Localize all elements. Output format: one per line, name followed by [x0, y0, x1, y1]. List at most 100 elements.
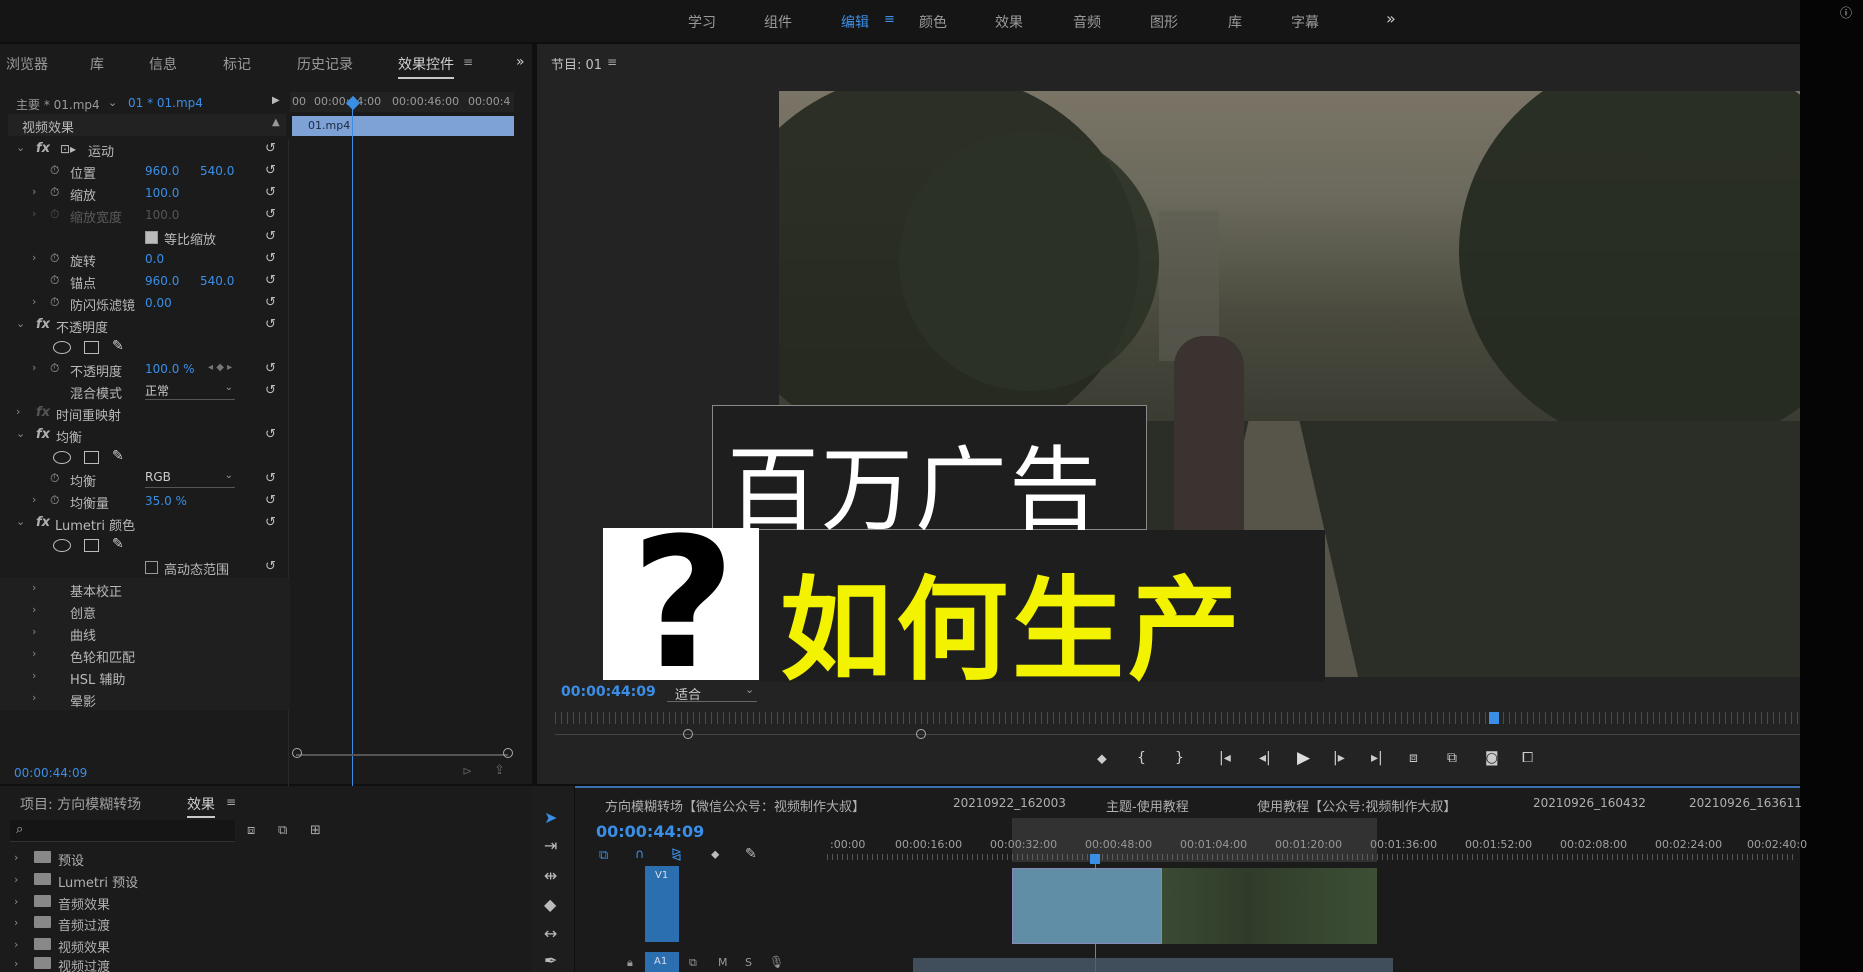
- program-monitor-title[interactable]: 节目: 01: [551, 54, 602, 73]
- sequence-tab[interactable]: 方向模糊转场【微信公众号：视频制作大叔】: [605, 796, 865, 815]
- chevron-right-icon[interactable]: ›: [32, 581, 36, 594]
- step-forward-icon[interactable]: |▸: [1333, 750, 1345, 766]
- go-to-in-icon[interactable]: |◂: [1219, 750, 1231, 766]
- reset-icon[interactable]: ↺: [265, 163, 276, 178]
- stopwatch-icon[interactable]: ⏱: [50, 185, 59, 200]
- pen-mask-icon[interactable]: ✎: [112, 536, 124, 552]
- stopwatch-icon[interactable]: ⏱: [50, 163, 59, 178]
- track-select-tool-icon[interactable]: ⇥: [544, 836, 557, 855]
- fx-row-creative[interactable]: › 创意: [0, 600, 290, 622]
- equalize-dropdown[interactable]: RGB ⌄: [145, 470, 235, 488]
- timeline-timecode[interactable]: 00:00:44:09: [596, 822, 704, 841]
- workspace-tab-audio[interactable]: 音频: [1073, 12, 1101, 32]
- program-zoom-handle-left[interactable]: [683, 729, 693, 739]
- fx-badge-icon[interactable]: fx: [36, 427, 50, 442]
- fx-row-scale[interactable]: › ⏱ 缩放 100.0 ↺: [0, 182, 290, 204]
- mute-button[interactable]: M: [718, 956, 728, 969]
- linked-selection-icon[interactable]: ⧎: [671, 847, 682, 862]
- sequence-tab[interactable]: 20210926_160432: [1533, 796, 1646, 810]
- program-zoom-bar[interactable]: [555, 734, 1800, 735]
- reset-icon[interactable]: ↺: [265, 317, 276, 332]
- reset-icon[interactable]: ↺: [265, 141, 276, 156]
- stopwatch-icon[interactable]: ⏱: [50, 251, 59, 266]
- sequence-tab[interactable]: 20210922_162003: [953, 796, 1066, 810]
- stopwatch-icon[interactable]: ⏱: [50, 471, 59, 486]
- collapse-up-icon[interactable]: ▲: [272, 117, 280, 128]
- pen-mask-icon[interactable]: ✎: [112, 338, 124, 354]
- rotation-value[interactable]: 0.0: [145, 252, 164, 266]
- program-playhead[interactable]: [1489, 712, 1499, 724]
- microphone-icon[interactable]: 🎙︎: [769, 955, 784, 969]
- chevron-right-icon[interactable]: ›: [14, 916, 18, 929]
- ripple-edit-tool-icon[interactable]: ⇹: [544, 866, 557, 885]
- reset-icon[interactable]: ↺: [265, 273, 276, 288]
- title-caption-bottom[interactable]: 如何生产: [760, 530, 1325, 696]
- tab-effects[interactable]: 效果: [187, 794, 215, 818]
- hdr-checkbox[interactable]: [145, 561, 158, 574]
- chevron-right-icon[interactable]: ›: [32, 603, 36, 616]
- reset-icon[interactable]: ↺: [265, 207, 276, 222]
- opacity-value[interactable]: 100.0 %: [145, 362, 195, 376]
- wrench-icon[interactable]: ✎: [745, 846, 757, 862]
- fx-row-time-remap[interactable]: › fx 时间重映射: [0, 402, 290, 424]
- timeline-playhead-handle[interactable]: [1090, 854, 1100, 864]
- folder-row-audio-transitions[interactable]: › 音频过渡: [0, 913, 520, 934]
- workspace-tab-learn[interactable]: 学习: [688, 12, 716, 32]
- workspace-tab-graphics[interactable]: 图形: [1150, 12, 1178, 32]
- title-caption-top[interactable]: 百万广告: [712, 405, 1147, 544]
- ec-keyframe-area[interactable]: [288, 140, 514, 790]
- chevron-right-icon[interactable]: ›: [32, 185, 36, 198]
- step-back-icon[interactable]: ◂|: [1259, 750, 1271, 766]
- work-area-bar[interactable]: [1012, 818, 1377, 862]
- play-only-audio-icon[interactable]: ▶: [272, 95, 280, 106]
- workspace-more-icon[interactable]: »: [1386, 9, 1396, 28]
- program-scrub-ruler[interactable]: [555, 712, 1800, 724]
- chevron-right-icon[interactable]: ›: [32, 691, 36, 704]
- stopwatch-icon[interactable]: ⏱: [50, 493, 59, 508]
- fx-row-basic[interactable]: › 基本校正: [0, 578, 290, 600]
- chevron-right-icon[interactable]: ›: [14, 957, 18, 970]
- ec-clip-bar[interactable]: 01.mp4: [292, 116, 514, 136]
- reset-icon[interactable]: ↺: [265, 493, 276, 508]
- fx-row-anchor[interactable]: ⏱ 锚点 960.0 540.0 ↺: [0, 270, 290, 292]
- chevron-right-icon[interactable]: ›: [14, 873, 18, 886]
- ec-mini-ruler[interactable]: 00 00:00:44:00 00:00:46:00 00:00:4: [290, 92, 514, 112]
- panel-more-icon[interactable]: »: [516, 54, 525, 70]
- chevron-right-icon[interactable]: ›: [32, 251, 36, 264]
- fx-row-equalize-group[interactable]: ⌄ fx 均衡 ↺: [0, 424, 290, 446]
- sequence-tab[interactable]: 主题-使用教程: [1106, 796, 1189, 815]
- fx-row-curves[interactable]: › 曲线: [0, 622, 290, 644]
- tab-project[interactable]: 项目: 方向模糊转场: [20, 794, 141, 814]
- folder-row-lumetri-presets[interactable]: › Lumetri 预设: [0, 870, 520, 891]
- chevron-down-icon[interactable]: ⌄: [16, 141, 25, 154]
- chevron-down-icon[interactable]: ⌄: [16, 427, 25, 440]
- track-a1-target[interactable]: A1: [645, 952, 679, 972]
- clip-selector[interactable]: 01 * 01.mp4: [128, 96, 203, 110]
- position-y-value[interactable]: 540.0: [200, 164, 234, 178]
- info-icon[interactable]: ⓘ: [1840, 4, 1852, 21]
- insert-icon[interactable]: ⧈: [1409, 750, 1418, 766]
- reset-icon[interactable]: ↺: [265, 383, 276, 398]
- chevron-right-icon[interactable]: ›: [32, 493, 36, 506]
- yuv-effects-icon[interactable]: ⊞: [310, 823, 321, 838]
- export-icon[interactable]: ⇪: [494, 763, 505, 778]
- ellipse-mask-icon[interactable]: [53, 341, 71, 354]
- reset-icon[interactable]: ↺: [265, 185, 276, 200]
- tab-info[interactable]: 信息: [149, 54, 177, 74]
- accelerated-effects-icon[interactable]: ⧈: [247, 823, 255, 838]
- fx-row-lumetri[interactable]: ⌄ fx Lumetri 颜色 ↺: [0, 512, 290, 534]
- reset-icon[interactable]: ↺: [265, 229, 276, 244]
- folder-row-video-transitions[interactable]: › 视频过渡: [0, 954, 520, 972]
- reset-icon[interactable]: ↺: [265, 471, 276, 486]
- ec-zoom-handle-left[interactable]: [292, 748, 302, 758]
- fx-row-flicker[interactable]: › ⏱ 防闪烁滤镜 0.00 ↺: [0, 292, 290, 314]
- tab-markers[interactable]: 标记: [223, 54, 251, 74]
- solo-button[interactable]: S: [745, 956, 752, 969]
- chevron-right-icon[interactable]: ›: [32, 361, 36, 374]
- fx-row-position[interactable]: ⏱ 位置 960.0 540.0 ↺: [0, 160, 290, 182]
- snap-icon[interactable]: ∩: [635, 847, 645, 862]
- track-v1-target[interactable]: V1: [645, 866, 679, 942]
- lock-icon[interactable]: 🔒︎: [627, 956, 633, 970]
- reset-icon[interactable]: ↺: [265, 515, 276, 530]
- reset-icon[interactable]: ↺: [265, 427, 276, 442]
